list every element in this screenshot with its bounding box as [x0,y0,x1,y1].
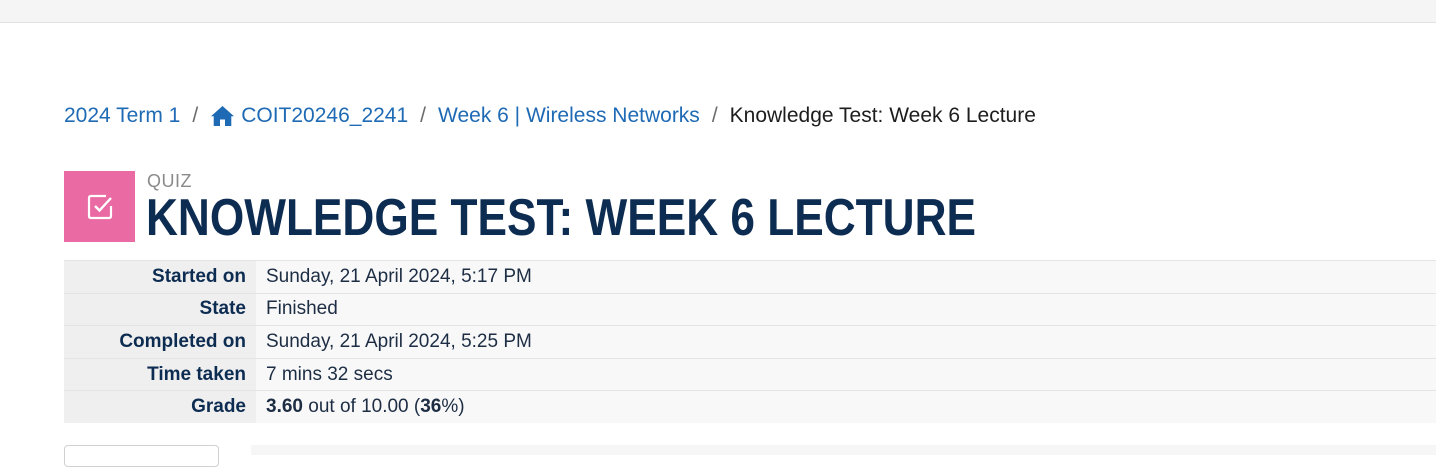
summary-row-state: State Finished [64,292,1436,326]
summary-row-started: Started on Sunday, 21 April 2024, 5:17 P… [64,260,1436,294]
grade-out-of: out of 10.00 ( [302,396,421,418]
breadcrumb-separator: / [192,104,199,127]
breadcrumb-separator: / [420,104,427,127]
grade-percent: 36 [420,396,442,418]
summary-row-completed: Completed on Sunday, 21 April 2024, 5:25… [64,325,1436,359]
grade-score: 3.60 [266,396,303,418]
breadcrumb-separator: / [711,104,718,127]
top-navbar [0,0,1436,23]
summary-value: Sunday, 21 April 2024, 5:17 PM [256,260,1436,294]
summary-row-time-taken: Time taken 7 mins 32 secs [64,357,1436,391]
summary-value: 7 mins 32 secs [256,357,1436,391]
summary-label: Time taken [64,357,256,391]
breadcrumb-item-course[interactable]: COIT20246_2241 [210,103,408,129]
quiz-activity-icon [64,171,135,242]
breadcrumb-course-label: COIT20246_2241 [241,104,409,127]
summary-value: Finished [256,292,1436,326]
quiz-review-summary: Started on Sunday, 21 April 2024, 5:17 P… [64,260,1436,424]
summary-value: Sunday, 21 April 2024, 5:25 PM [256,325,1436,359]
quiz-navigation-block [64,445,219,467]
grade-percent-suffix: %) [441,396,465,418]
page-title: KNOWLEDGE TEST: WEEK 6 LECTURE [146,189,977,247]
summary-label: Grade [64,390,256,424]
summary-value: 3.60 out of 10.00 (36%) [256,390,1436,424]
breadcrumb: 2024 Term 1 / COIT20246_2241 / Week 6 | … [64,103,1036,129]
summary-label: Started on [64,260,256,294]
summary-row-grade: Grade 3.60 out of 10.00 (36%) [64,390,1436,424]
quiz-checkbox-icon [87,194,112,219]
breadcrumb-current: Knowledge Test: Week 6 Lecture [729,104,1036,127]
breadcrumb-item-section[interactable]: Week 6 | Wireless Networks [438,103,700,129]
summary-label: State [64,292,256,326]
home-icon [211,106,235,126]
breadcrumb-item-term[interactable]: 2024 Term 1 [64,103,180,129]
summary-label: Completed on [64,325,256,359]
question-content-area [251,445,1436,455]
